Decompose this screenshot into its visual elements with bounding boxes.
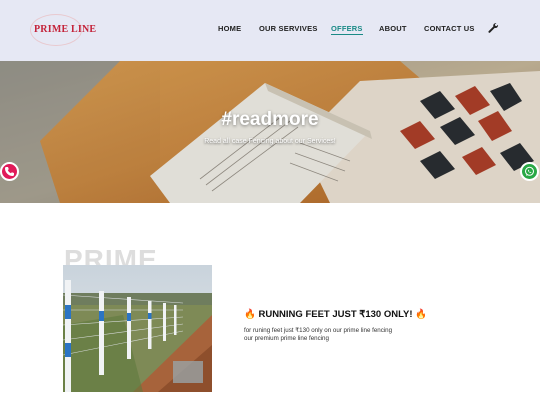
phone-icon <box>5 167 14 176</box>
fence-photo <box>63 265 212 392</box>
hero-title: #readmore <box>221 109 319 130</box>
nav-home[interactable]: HOME <box>218 24 241 33</box>
wrench-icon[interactable] <box>487 22 499 34</box>
offer-description-line-1: for runing feet just ₹130 only on our pr… <box>244 327 393 334</box>
offer-description-line-2: our premium prime line fencing <box>244 335 329 342</box>
logo-text: PRIME LINE <box>34 24 97 35</box>
whatsapp-button[interactable] <box>520 162 539 181</box>
site-header: PRIME LINE HOME OUR SERVIVES OFFERS ABOU… <box>0 0 540 61</box>
nav-contact-us[interactable]: CONTACT US <box>424 24 475 33</box>
hero-background-image <box>0 61 540 203</box>
offer-title: 🔥 RUNNING FEET JUST ₹130 ONLY! 🔥 <box>244 309 427 320</box>
brand-logo[interactable]: PRIME LINE <box>30 14 96 46</box>
call-button[interactable] <box>0 162 19 181</box>
nav-our-services[interactable]: OUR SERVIVES <box>259 24 318 33</box>
nav-offers[interactable]: OFFERS <box>331 24 363 35</box>
nav-about[interactable]: ABOUT <box>379 24 407 33</box>
hero-banner: #readmore Read all case Fencing about ou… <box>0 61 540 203</box>
fence-image <box>63 265 212 392</box>
hero-subtitle: Read all case Fencing about our Services… <box>204 138 336 145</box>
whatsapp-icon <box>525 166 534 176</box>
